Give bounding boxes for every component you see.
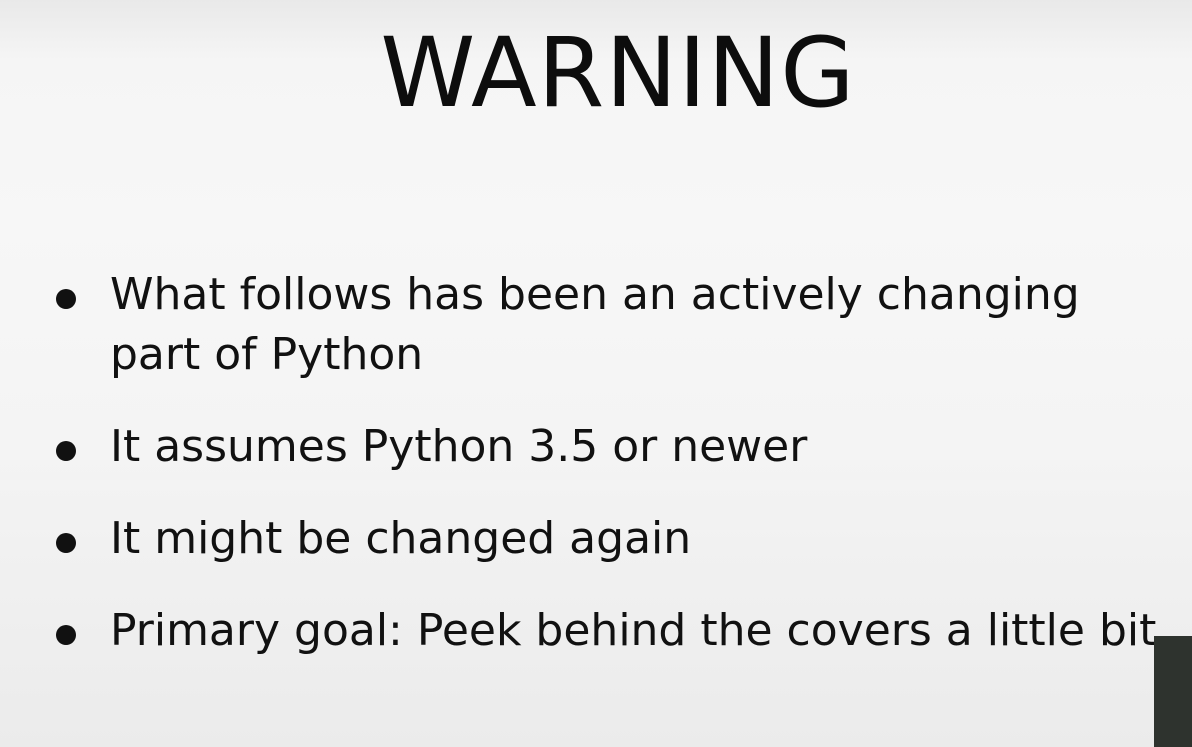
bullet-dot-icon — [56, 441, 76, 461]
bullet-item: It assumes Python 3.5 or newer — [0, 417, 1170, 477]
bullet-dot-icon — [56, 289, 76, 309]
bullet-text: Primary goal: Peek behind the covers a l… — [110, 605, 1157, 656]
bullet-item: Primary goal: Peek behind the covers a l… — [0, 601, 1170, 661]
corner-overlay — [1154, 636, 1192, 747]
bullet-list: What follows has been an actively changi… — [0, 265, 1170, 661]
bullet-text: It assumes Python 3.5 or newer — [110, 421, 808, 472]
bullet-text: It might be changed again — [110, 513, 692, 564]
bullet-dot-icon — [56, 625, 76, 645]
bullet-text: What follows has been an actively changi… — [110, 269, 1080, 380]
slide-title: WARNING — [380, 17, 856, 129]
bullet-item: It might be changed again — [0, 509, 1170, 569]
slide: WARNING What follows has been an activel… — [0, 0, 1192, 747]
bullet-dot-icon — [56, 533, 76, 553]
bullet-item: What follows has been an actively changi… — [0, 265, 1170, 385]
